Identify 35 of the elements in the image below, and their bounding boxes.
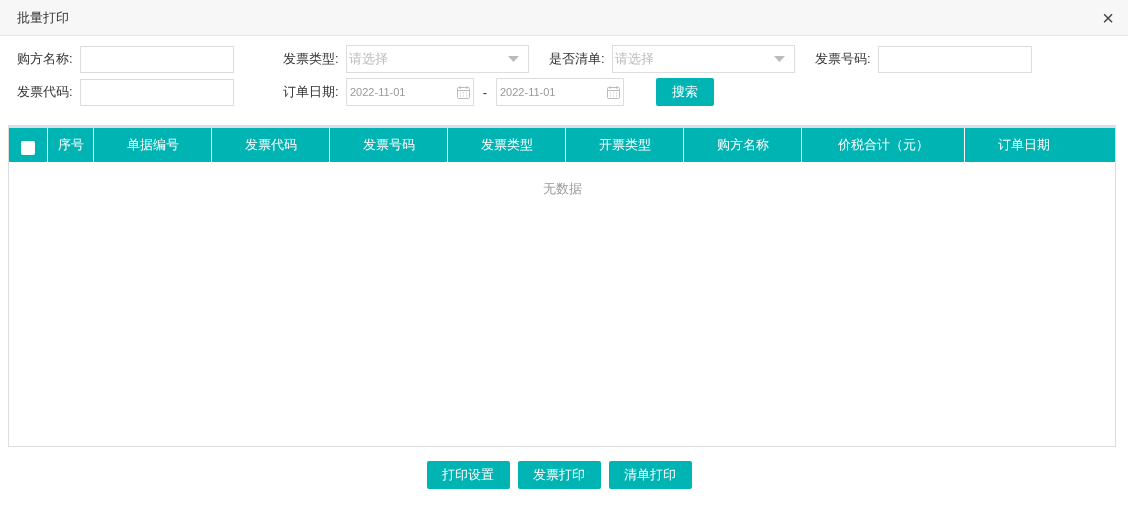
field-label: 发票类型: — [283, 50, 340, 68]
select-field[interactable]: 请选择 — [612, 45, 795, 73]
column-header: 开票类型 — [565, 128, 683, 162]
column-header: 购方名称 — [683, 128, 801, 162]
date-field[interactable]: 2022-11-01 — [346, 78, 474, 106]
field-label: 发票代码: — [17, 83, 74, 101]
field-label: 购方名称: — [17, 50, 74, 68]
column-header: 序号 — [47, 128, 93, 162]
column-header: 发票类型 — [447, 128, 565, 162]
close-button[interactable]: × — [1102, 7, 1114, 28]
select-all-checkbox[interactable] — [21, 140, 35, 155]
calendar-icon — [456, 84, 471, 100]
caret-icon — [774, 56, 785, 62]
empty-message: 无数据 — [542, 181, 582, 196]
field-label: 订单日期: — [283, 83, 340, 101]
input-field[interactable] — [80, 45, 234, 73]
print-button[interactable]: 清单打印 — [608, 461, 692, 489]
caret-icon — [508, 56, 519, 62]
column-header: 价税合计（元） — [801, 128, 964, 162]
print-button[interactable]: 发票打印 — [517, 461, 601, 489]
input-field[interactable] — [80, 78, 234, 106]
print-button[interactable]: 打印设置 — [426, 461, 510, 489]
field-label: 是否清单: — [549, 50, 606, 68]
calendar-icon — [606, 84, 621, 100]
date-field[interactable]: 2022-11-01 — [496, 78, 624, 106]
input-field[interactable] — [878, 45, 1032, 73]
dialog-title: 批量打印 — [17, 8, 69, 27]
field-label: 发票号码: — [815, 50, 872, 68]
column-header: 发票代码 — [211, 128, 329, 162]
column-header: 单据编号 — [93, 128, 211, 162]
range-separator: - — [481, 84, 489, 100]
column-header: 发票号码 — [329, 128, 447, 162]
column-header: 订单日期 — [964, 128, 1082, 162]
select-field[interactable]: 请选择 — [346, 45, 529, 73]
search-button[interactable]: 搜索 — [656, 78, 714, 106]
